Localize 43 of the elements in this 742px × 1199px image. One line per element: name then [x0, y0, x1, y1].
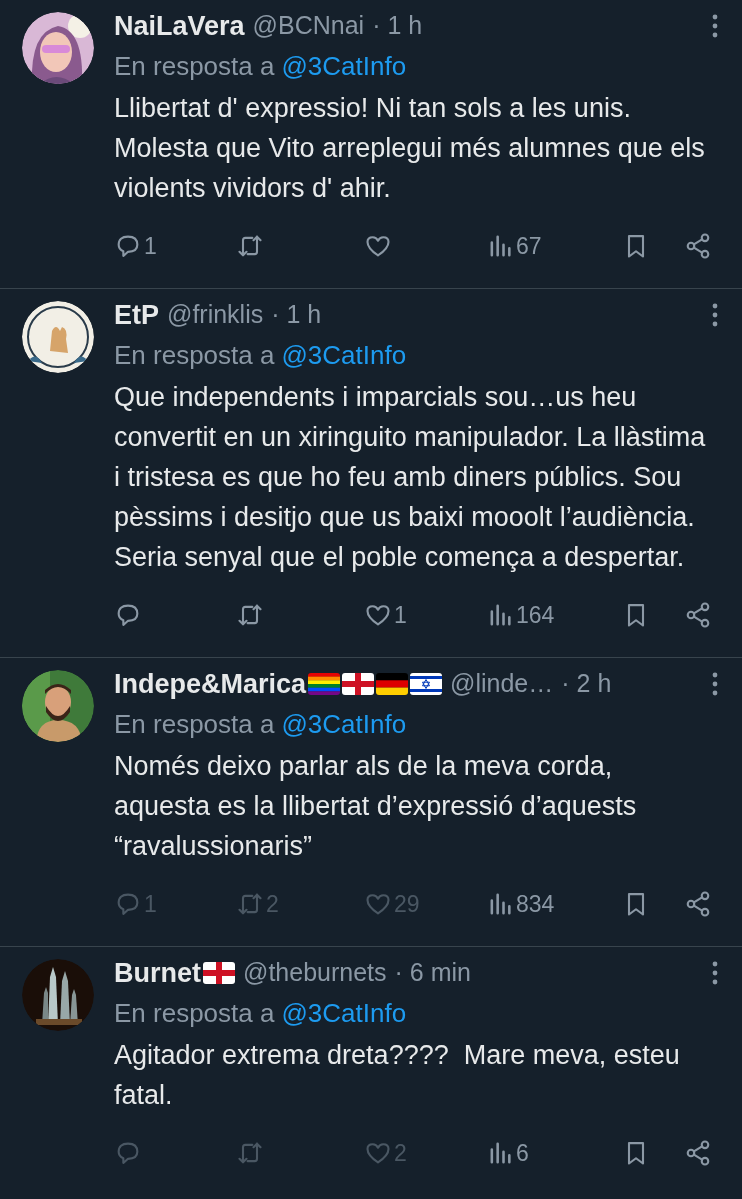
- mention-link[interactable]: @3CatInfo: [281, 46, 407, 86]
- author-handle[interactable]: @linde…: [450, 665, 554, 703]
- author-name[interactable]: Burnet: [114, 952, 201, 994]
- post-time: · 6 min: [394, 957, 471, 989]
- reply-label: En resposta a: [114, 996, 275, 1030]
- share-icon: [684, 601, 712, 629]
- like-button[interactable]: 1: [364, 601, 486, 629]
- share-icon: [684, 1139, 712, 1167]
- mention-link[interactable]: @3CatInfo: [281, 335, 407, 375]
- post-text: Només deixo parlar als de la meva corda, aquesta es la llibertat d’expressió d’aquests “ravalussionaris”: [114, 750, 638, 863]
- tricolour-flag-icon: [376, 673, 409, 695]
- author-handle[interactable]: @theburnets: [243, 954, 387, 992]
- author-name[interactable]: EtP: [114, 294, 159, 336]
- star-flag-icon: [410, 673, 443, 695]
- author-name[interactable]: NaiLaVera: [114, 5, 245, 47]
- mention-link[interactable]: @3CatInfo: [281, 704, 407, 744]
- author-handle[interactable]: @frinklis: [167, 296, 264, 334]
- reply-button[interactable]: 1: [114, 232, 236, 260]
- views-button[interactable]: 6: [486, 1139, 622, 1167]
- reply-label: En resposta a: [114, 49, 275, 83]
- share-icon: [684, 890, 712, 918]
- post-text: Agitador extrema dreta???? Mare meva, esteu fatal.: [114, 1039, 681, 1112]
- post-time: · 1 h: [372, 10, 423, 42]
- author-handle[interactable]: @BCNnai: [252, 7, 365, 45]
- more-icon[interactable]: [712, 14, 718, 38]
- share-icon: [684, 232, 712, 260]
- cross-flag-icon: [342, 673, 375, 695]
- more-icon[interactable]: [712, 961, 718, 985]
- mention-link[interactable]: @3CatInfo: [281, 993, 407, 1033]
- more-icon[interactable]: [712, 672, 718, 696]
- views-button[interactable]: 834: [486, 890, 622, 918]
- views-button[interactable]: 67: [486, 232, 622, 260]
- post-text: Llibertat d' expressio! Ni tan sols a les unis. Molesta que Vito arreplegui més alumnes que els violents vividors d' ahir.: [114, 92, 706, 205]
- post-time: · 2 h: [561, 668, 612, 700]
- reply-label: En resposta a: [114, 338, 275, 372]
- author-name[interactable]: Indepe&Marica: [114, 663, 307, 705]
- rainbow-flag-icon: [308, 673, 341, 695]
- reply-label: En resposta a: [114, 707, 275, 741]
- views-button[interactable]: 164: [486, 601, 622, 629]
- cross-flag-icon: [203, 962, 235, 984]
- post-time: · 1 h: [271, 299, 322, 331]
- more-icon[interactable]: [712, 303, 718, 327]
- post-text: Que independents i imparcials sou…us heu convertit en un xiringuito manipulador. La llàstima i tristesa es que ho feu amb diners públics. Sou pèssims i desitjo que us baixi mooolt l’audiència. Seria senyal que el poble comença a despertar.: [114, 381, 707, 574]
